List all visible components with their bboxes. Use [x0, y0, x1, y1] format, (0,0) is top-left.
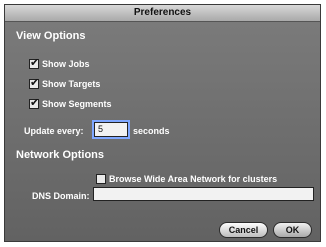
show-jobs-checkbox[interactable] — [29, 56, 39, 69]
preferences-window: Preferences View Options Show Jobs Show … — [4, 4, 321, 242]
update-every-label: Update every: — [24, 126, 84, 136]
view-options-heading: View Options — [16, 30, 86, 42]
browse-wan-label: Browse Wide Area Network for clusters — [109, 174, 278, 184]
show-jobs-option[interactable]: Show Jobs — [29, 56, 90, 71]
network-options-heading: Network Options — [16, 149, 105, 161]
browse-wan-option[interactable]: Browse Wide Area Network for clusters — [96, 172, 277, 186]
show-targets-option[interactable]: Show Targets — [29, 76, 101, 91]
ok-button[interactable]: OK — [273, 222, 312, 238]
window-title: Preferences — [5, 5, 320, 22]
show-segments-option[interactable]: Show Segments — [29, 96, 112, 111]
dns-domain-input[interactable] — [93, 187, 314, 201]
update-interval-input[interactable]: 5 — [94, 122, 128, 137]
dns-domain-label: DNS Domain: — [32, 191, 90, 201]
cancel-button[interactable]: Cancel — [219, 222, 268, 238]
show-segments-label: Show Segments — [42, 99, 112, 109]
show-jobs-label: Show Jobs — [42, 59, 90, 69]
preferences-content: View Options Show Jobs Show Targets Show… — [5, 22, 320, 241]
show-targets-label: Show Targets — [42, 79, 101, 89]
browse-wan-checkbox[interactable] — [96, 174, 106, 184]
show-targets-checkbox[interactable] — [29, 76, 39, 89]
show-segments-checkbox[interactable] — [29, 96, 39, 109]
seconds-label: seconds — [133, 126, 170, 136]
